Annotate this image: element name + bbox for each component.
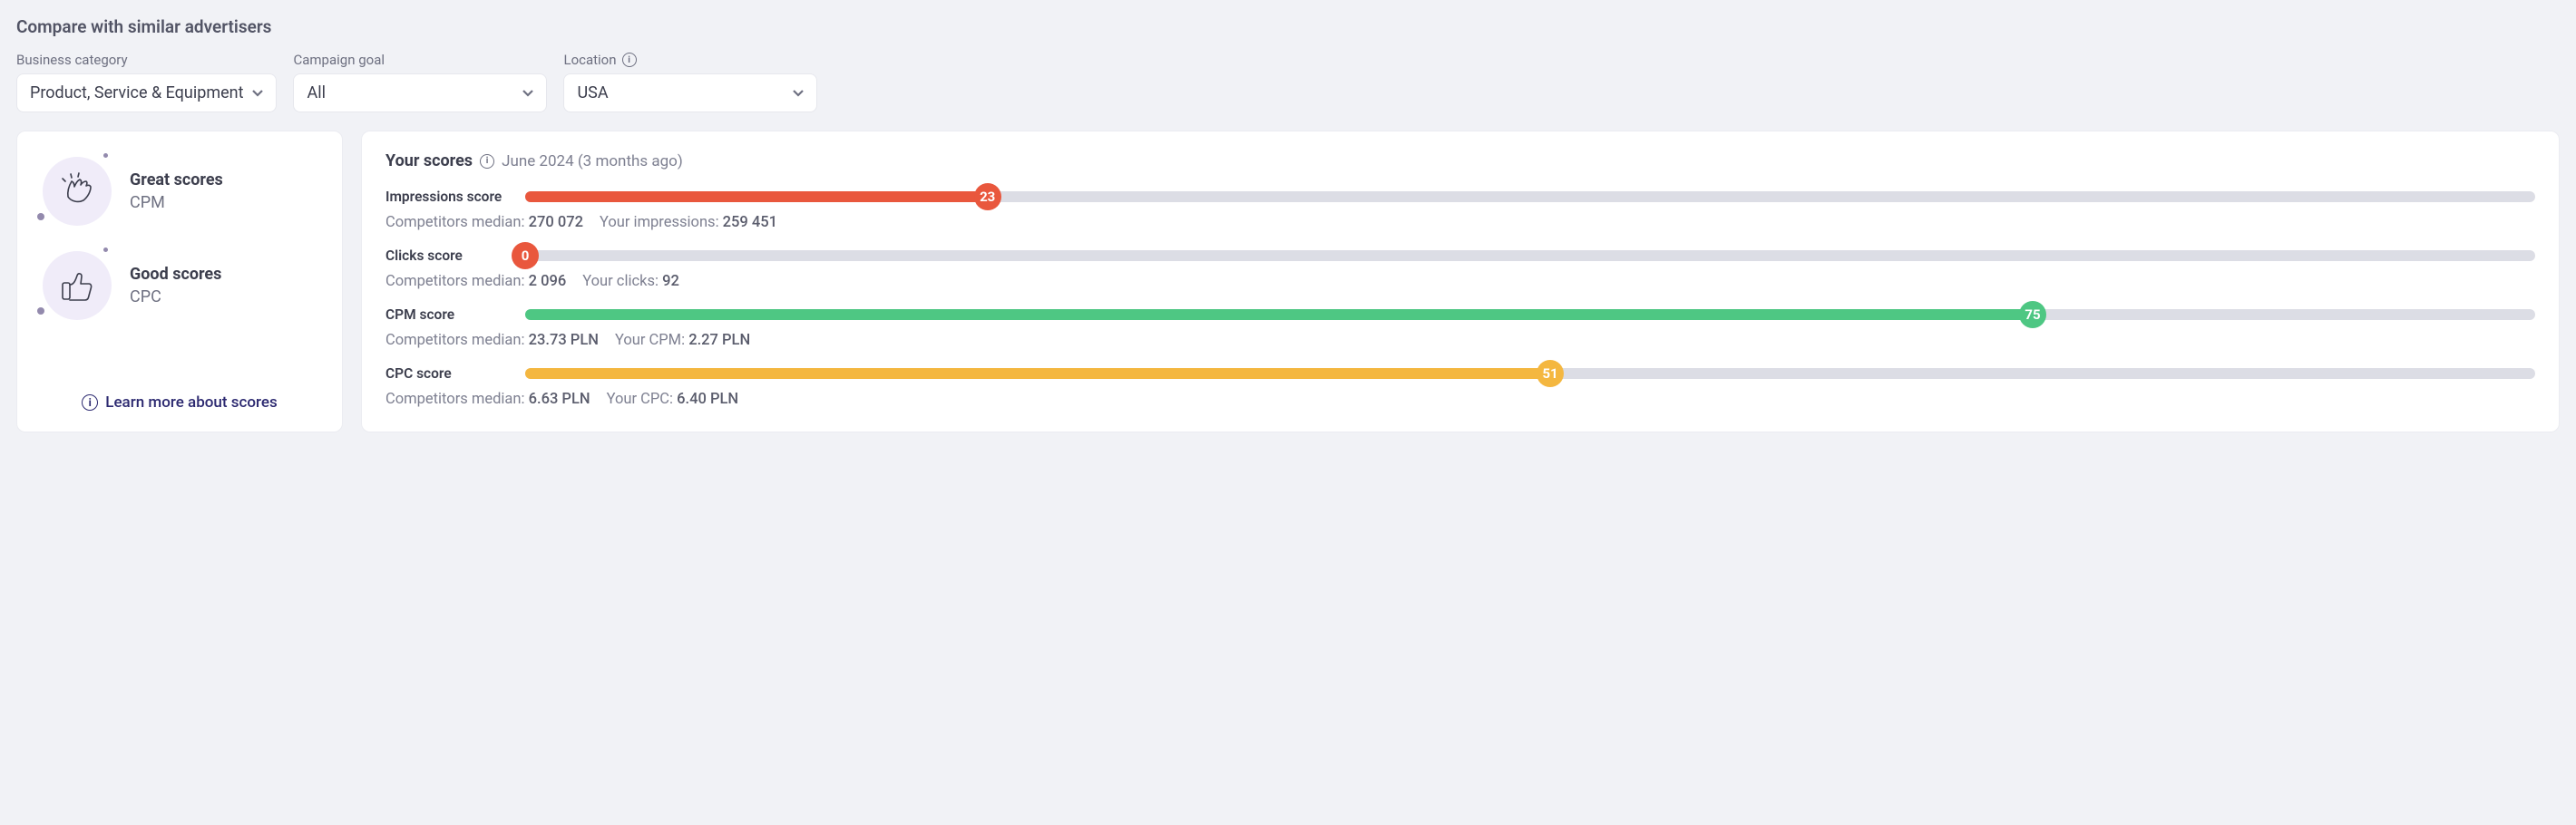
summary-card: Great scores CPM Good scores CPC i Learn…: [16, 131, 343, 432]
score-row: Impressions score 23 Competitors median: 2…: [385, 189, 2535, 231]
business-category-select[interactable]: Product, Service & Equipment: [16, 73, 277, 112]
score-value-badge: 23: [974, 183, 1001, 210]
median-value: 6.63 PLN: [529, 391, 590, 408]
score-value-badge: 51: [1537, 360, 1564, 387]
filter-campaign-goal: Campaign goal All: [293, 52, 547, 112]
chevron-down-icon: [522, 88, 533, 99]
score-details: Competitors median: 2 096 Your clicks: 92: [385, 273, 2535, 290]
great-scores-metric: CPM: [130, 193, 223, 212]
info-icon[interactable]: i: [480, 154, 494, 169]
yours-label: Your CPC:: [607, 391, 678, 408]
filter-business-category: Business category Product, Service & Equ…: [16, 52, 277, 112]
good-scores-metric: CPC: [130, 287, 221, 306]
score-details: Competitors median: 6.63 PLN Your CPC: 6.…: [385, 391, 2535, 408]
great-scores-row: Great scores CPM: [43, 157, 317, 226]
yours-value: 2.27 PLN: [688, 332, 750, 349]
high-five-icon: [43, 157, 112, 226]
median-label: Competitors median:: [385, 273, 529, 290]
score-row: Clicks score 0 Competitors median: 2 096 Yo…: [385, 248, 2535, 290]
median-label: Competitors median:: [385, 391, 529, 408]
filter-label: Business category: [16, 52, 277, 68]
campaign-goal-select[interactable]: All: [293, 73, 547, 112]
good-scores-title: Good scores: [130, 265, 221, 284]
score-name: CPC score: [385, 365, 512, 382]
select-value: USA: [577, 83, 608, 102]
info-icon: i: [82, 394, 98, 411]
filter-location: Location i USA: [563, 52, 817, 112]
score-name: Clicks score: [385, 248, 512, 264]
yours-label: Your CPM:: [615, 332, 688, 349]
median-value: 270 072: [529, 214, 583, 231]
score-bar: 51: [525, 368, 2535, 379]
score-value-badge: 75: [2019, 301, 2046, 328]
learn-more-text: Learn more about scores: [105, 393, 277, 412]
info-icon[interactable]: i: [622, 53, 637, 67]
yours-label: Your impressions:: [600, 214, 723, 231]
score-row: CPC score 51 Competitors median: 6.63 PLN Y…: [385, 365, 2535, 408]
score-bar: 23: [525, 191, 2535, 202]
filter-label: Location i: [563, 52, 817, 68]
score-bar: 0: [525, 250, 2535, 261]
yours-value: 6.40 PLN: [677, 391, 738, 408]
filter-label: Campaign goal: [293, 52, 547, 68]
median-label: Competitors median:: [385, 332, 529, 349]
learn-more-link[interactable]: i Learn more about scores: [43, 393, 317, 412]
score-bar: 75: [525, 309, 2535, 320]
filters-bar: Business category Product, Service & Equ…: [16, 52, 2560, 112]
median-label: Competitors median:: [385, 214, 529, 231]
score-details: Competitors median: 270 072 Your impressi…: [385, 214, 2535, 231]
score-name: CPM score: [385, 306, 512, 323]
page-title: Compare with similar advertisers: [16, 16, 2560, 37]
scores-title: Your scores: [385, 151, 473, 170]
score-name: Impressions score: [385, 189, 512, 205]
median-value: 23.73 PLN: [529, 332, 599, 349]
location-select[interactable]: USA: [563, 73, 817, 112]
score-bar-fill: [525, 368, 1550, 379]
main-content: Great scores CPM Good scores CPC i Learn…: [16, 131, 2560, 432]
score-details: Competitors median: 23.73 PLN Your CPM: 2…: [385, 332, 2535, 349]
score-row: CPM score 75 Competitors median: 23.73 PLN…: [385, 306, 2535, 349]
scores-list: Impressions score 23 Competitors median: 2…: [385, 189, 2535, 408]
great-scores-title: Great scores: [130, 170, 223, 189]
yours-value: 92: [662, 273, 679, 290]
score-bar-fill: [525, 191, 988, 202]
yours-label: Your clicks:: [582, 273, 662, 290]
select-value: Product, Service & Equipment: [30, 83, 243, 102]
yours-value: 259 451: [723, 214, 777, 231]
score-value-badge: 0: [512, 242, 539, 269]
thumbs-up-icon: [43, 251, 112, 320]
scores-header: Your scores i June 2024 (3 months ago): [385, 151, 2535, 170]
score-bar-fill: [525, 309, 2033, 320]
scores-card: Your scores i June 2024 (3 months ago) I…: [361, 131, 2560, 432]
select-value: All: [307, 83, 326, 102]
good-scores-row: Good scores CPC: [43, 251, 317, 320]
median-value: 2 096: [529, 273, 567, 290]
chevron-down-icon: [252, 88, 263, 99]
scores-date: June 2024 (3 months ago): [502, 152, 683, 170]
chevron-down-icon: [793, 88, 804, 99]
filter-label-text: Location: [563, 52, 616, 68]
